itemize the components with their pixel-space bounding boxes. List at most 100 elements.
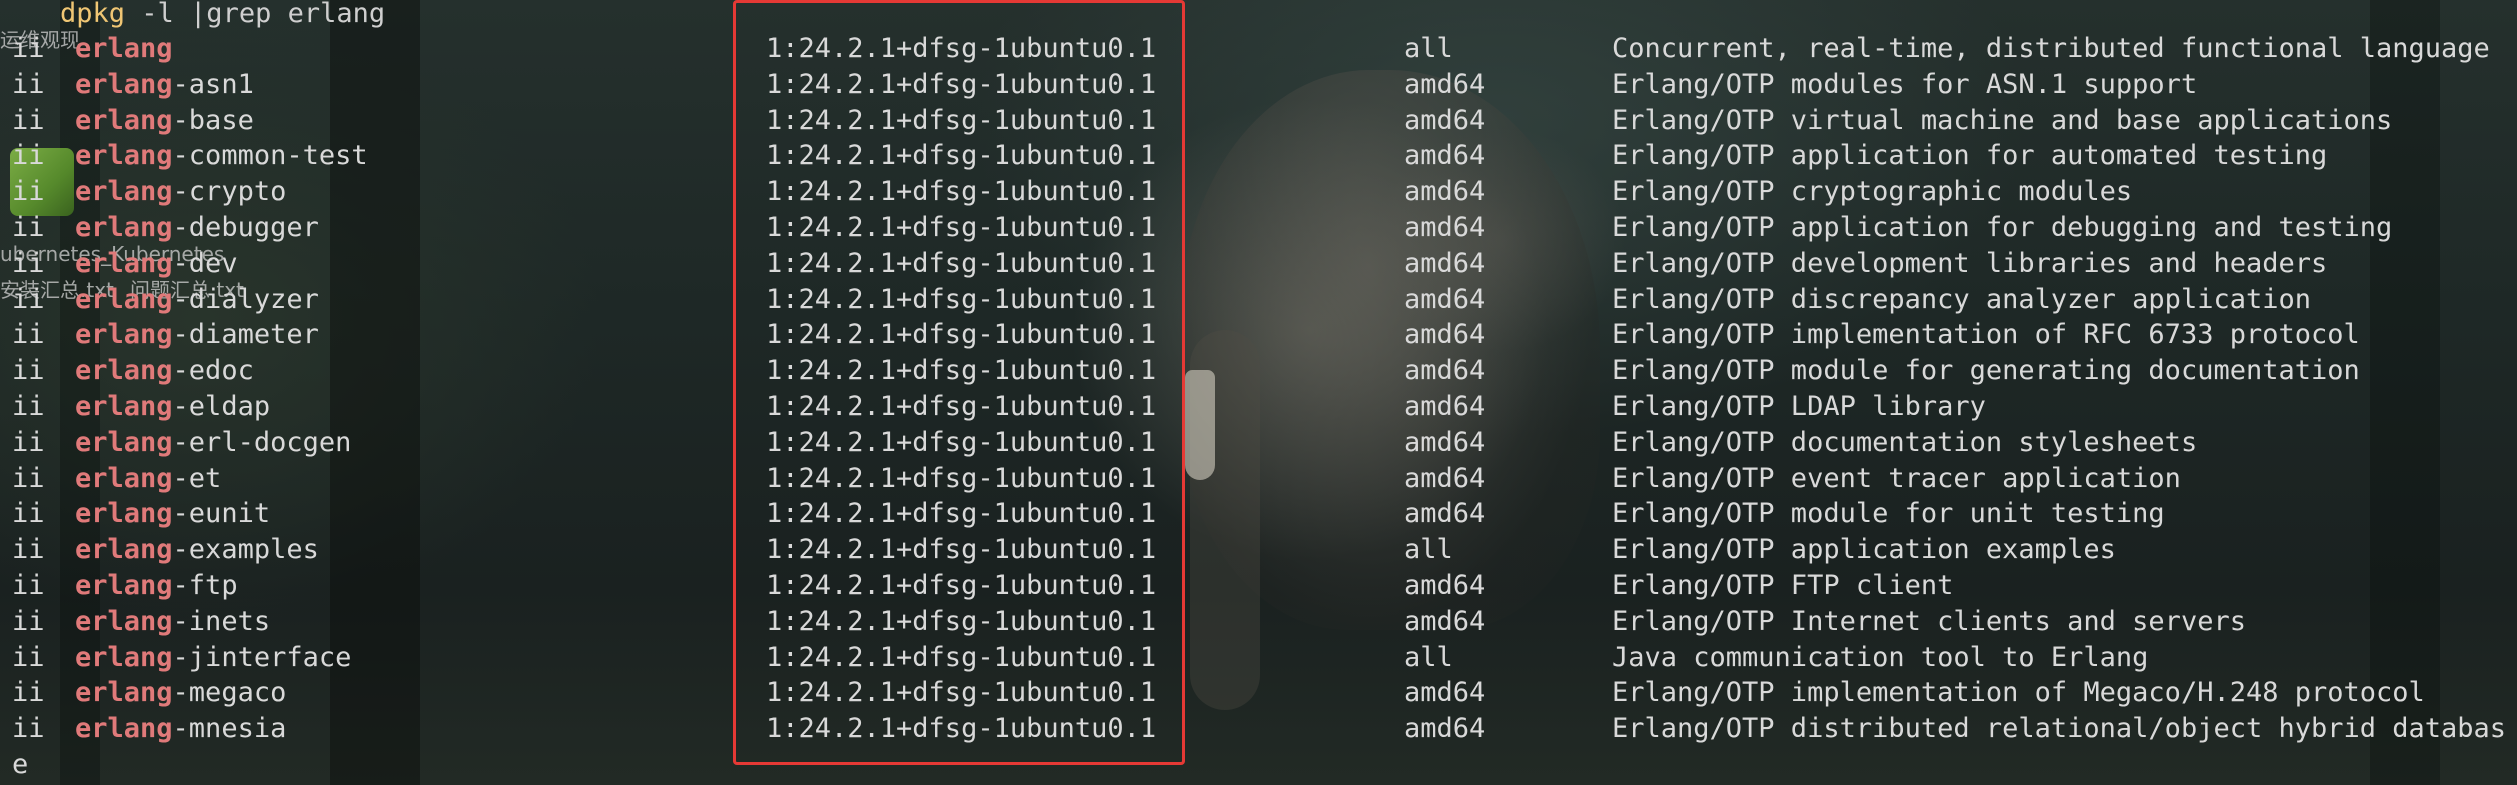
package-name-match: erlang [75,140,173,172]
package-name-suffix: -jinterface [172,641,352,673]
package-name-match: erlang [75,319,173,351]
wallpaper-elephant-tusk [1185,370,1215,480]
package-architecture: amd64 [1404,462,1486,494]
wrapped-text: e [12,749,29,780]
package-architecture: amd64 [1404,68,1486,100]
package-name-match: erlang [75,641,173,673]
package-description: Erlang/OTP cryptographic modules [1612,176,2133,208]
package-name-match: erlang [75,498,173,530]
package-name-match: erlang [75,534,173,566]
package-name: erlang-jinterface [75,640,351,676]
package-description: Erlang/OTP development libraries and hea… [1612,247,2328,279]
command-name: dpkg [60,0,126,29]
package-status: ii [12,498,45,530]
package-name: erlang-megaco [75,675,286,711]
package-description: Erlang/OTP module for generating documen… [1612,355,2360,387]
package-architecture: amd64 [1404,247,1486,279]
package-name: erlang-eunit [75,496,270,532]
package-architecture: all [1404,33,1453,64]
package-architecture: all [1404,641,1453,673]
package-name: erlang-crypto [75,174,286,210]
package-name-match: erlang [75,212,173,243]
package-name: erlang-edoc [75,353,254,389]
package-name-match: erlang [75,247,173,279]
package-status: ii [12,176,45,208]
package-architecture: amd64 [1404,605,1486,637]
package-status: ii [12,212,45,243]
package-name-match: erlang [75,677,173,709]
package-status: ii [12,605,45,637]
package-name: erlang-ftp [75,568,238,604]
package-architecture: amd64 [1404,677,1486,709]
package-architecture: amd64 [1404,176,1486,208]
package-name-suffix: -inets [172,605,271,637]
package-description: Erlang/OTP virtual machine and base appl… [1612,104,2393,136]
package-name-match: erlang [75,462,173,494]
package-description: Erlang/OTP module for unit testing [1612,498,2165,530]
package-architecture: amd64 [1404,355,1486,387]
package-status: ii [12,104,45,136]
package-name-match: erlang [75,176,173,208]
package-name-suffix: -ftp [172,570,238,601]
package-status: ii [12,391,45,422]
package-description: Erlang/OTP LDAP library [1612,391,1986,422]
package-description: Java communication tool to Erlang [1612,641,2149,673]
package-description: Erlang/OTP documentation stylesheets [1612,426,2198,458]
package-name-match: erlang [75,355,173,387]
package-name-suffix: -eunit [172,498,271,530]
package-name-suffix: -dev [172,247,238,279]
package-architecture: amd64 [1404,570,1486,601]
package-name-suffix: -debugger [172,212,319,243]
package-name-suffix: -examples [172,534,319,566]
package-name: erlang [75,31,173,67]
package-name: erlang-inets [75,604,270,640]
package-description: Erlang/OTP application for automated tes… [1612,140,2328,172]
package-description: Erlang/OTP Internet clients and servers [1612,605,2246,637]
package-architecture: all [1404,534,1453,566]
package-name-match: erlang [75,570,173,601]
package-name-match: erlang [75,104,173,136]
package-architecture: amd64 [1404,283,1486,315]
package-description: Erlang/OTP discrepancy analyzer applicat… [1612,283,2311,315]
package-description: Erlang/OTP implementation of Megaco/H.24… [1612,677,2425,709]
package-architecture: amd64 [1404,426,1486,458]
package-status: ii [12,462,45,494]
package-status: ii [12,570,45,601]
package-name-match: erlang [75,33,173,64]
package-description: Erlang/OTP implementation of RFC 6733 pr… [1612,319,2360,351]
package-name-suffix: -edoc [172,355,254,387]
package-name-suffix: -eldap [172,391,271,422]
package-name: erlang-debugger [75,210,319,246]
command-args: -l |grep erlang [125,0,386,29]
package-name-suffix: -asn1 [172,68,254,100]
package-name: erlang-mnesia [75,711,286,747]
package-name-suffix: -mnesia [172,713,287,745]
package-status: ii [12,319,45,351]
package-name: erlang-examples [75,532,319,568]
package-name: erlang-dev [75,246,238,282]
package-name-suffix: -et [172,462,222,494]
package-name: erlang-dialyzer [75,282,319,318]
package-name: erlang-eldap [75,389,270,425]
package-name: erlang-erl-docgen [75,425,351,461]
package-architecture: amd64 [1404,140,1486,172]
package-status: ii [12,283,45,315]
terminal-window[interactable]: 运维观现 ubernetes_Kubernetes 安装汇总.txt 问题汇总.… [0,0,2517,785]
package-name-suffix: -megaco [172,677,287,709]
package-architecture: amd64 [1404,713,1486,745]
package-status: ii [12,641,45,673]
package-name: erlang-common-test [75,138,368,174]
command-line[interactable]: dpkg -l |grep erlang [60,0,385,32]
package-name-match: erlang [75,713,173,745]
package-name-suffix: -erl-docgen [172,426,352,458]
package-status: ii [12,140,45,172]
package-description: Erlang/OTP application for debugging and… [1612,212,2393,243]
package-status: ii [12,355,45,387]
package-name-suffix: -dialyzer [172,283,319,315]
package-status: ii [12,33,45,64]
package-name-suffix: -common-test [172,140,368,172]
package-description: Erlang/OTP distributed relational/object… [1612,713,2507,745]
package-architecture: amd64 [1404,391,1486,422]
package-name: erlang-base [75,103,254,139]
package-description: Erlang/OTP application examples [1612,534,2116,566]
